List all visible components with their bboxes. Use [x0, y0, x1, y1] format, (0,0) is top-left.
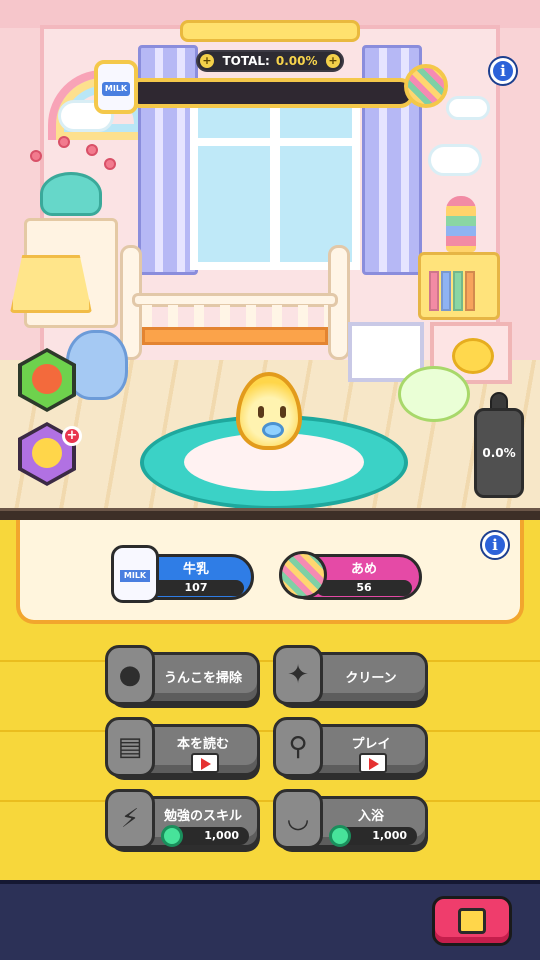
action-label: 本を読む — [176, 737, 229, 752]
bottle-value: 0.0% — [482, 446, 516, 460]
cloud-decoration — [446, 96, 490, 120]
milk-carton-icon: MILK — [94, 60, 138, 114]
plus-icon: + — [200, 54, 214, 68]
book — [453, 271, 463, 311]
beans-icon — [32, 364, 62, 394]
book — [441, 271, 451, 311]
study-icon: ⚡ — [105, 789, 155, 849]
cloud-decoration — [428, 144, 482, 176]
book — [429, 271, 439, 311]
candy-icon — [404, 64, 448, 108]
bookshelf — [418, 252, 500, 320]
flower-icon — [104, 158, 116, 170]
flower-icon — [58, 136, 70, 148]
total-progress-label: + TOTAL: 0.00% + — [196, 50, 344, 72]
book-icon: ▤ — [105, 717, 155, 777]
candy-label: あめ — [350, 562, 377, 577]
book — [465, 271, 475, 311]
milk-carton-icon — [111, 545, 159, 603]
growth-progress-bar — [125, 78, 415, 108]
clean-poop-button[interactable]: ● うんこを掃除 — [105, 645, 260, 705]
flower-vase — [40, 172, 102, 216]
read-book-button[interactable]: ▤ 本を読む — [105, 717, 260, 777]
pet-icon — [32, 438, 62, 468]
bathtub-icon: ◡ — [273, 789, 323, 849]
info-button[interactable]: i — [490, 58, 516, 84]
plus-icon: + — [326, 54, 340, 68]
brick-line — [0, 660, 540, 662]
game-screen: + TOTAL: 0.00% + MILK i + 0.0% i 牛乳 107 … — [0, 0, 540, 960]
pacifier-icon — [262, 422, 284, 438]
resource-info-button[interactable]: i — [482, 532, 508, 558]
candy-resource[interactable]: あめ 56 — [279, 551, 422, 600]
rattle-icon: ⚲ — [273, 717, 323, 777]
candy-count: 56 — [316, 580, 412, 596]
bath-button[interactable]: ◡ 入浴 1,000 — [273, 789, 428, 849]
resource-card — [16, 520, 524, 624]
duck-icon — [452, 338, 494, 374]
total-label: TOTAL: — [222, 54, 270, 68]
candy-icon — [279, 551, 327, 599]
crib — [120, 245, 350, 365]
add-badge-icon[interactable]: + — [62, 426, 82, 446]
soccer-ball — [398, 366, 470, 422]
curtain-rod — [180, 20, 360, 42]
lamp — [10, 255, 92, 313]
video-ad-icon — [359, 753, 387, 773]
play-button[interactable]: ⚲ プレイ — [273, 717, 428, 777]
bottle-body: 0.0% — [474, 408, 524, 498]
exit-door-icon — [458, 908, 486, 934]
flower-icon — [86, 144, 98, 156]
action-label: 入浴 — [357, 809, 384, 824]
pet-eye — [258, 406, 264, 418]
clean-button[interactable]: ✦ クリーン — [273, 645, 428, 705]
exit-button[interactable] — [432, 896, 512, 946]
crib-bars — [142, 305, 328, 329]
milk-bottle-gauge[interactable]: 0.0% — [474, 392, 524, 498]
study-skill-button[interactable]: ⚡ 勉強のスキル 1,000 — [105, 789, 260, 849]
milk-resource[interactable]: 牛乳 107 — [111, 545, 254, 603]
crib-mattress — [142, 327, 328, 345]
pet-eye — [280, 406, 286, 418]
action-label: 勉強のスキル — [163, 809, 242, 824]
poop-icon: ● — [105, 645, 155, 705]
flower-icon — [30, 150, 42, 162]
gem-icon — [329, 825, 351, 847]
action-label: うんこを掃除 — [163, 671, 242, 686]
video-ad-icon — [191, 753, 219, 773]
ring-stacker-toy — [446, 196, 476, 252]
action-label: クリーン — [345, 671, 397, 686]
window — [190, 90, 360, 270]
milk-count: 107 — [148, 580, 244, 596]
milk-label: 牛乳 — [182, 562, 209, 577]
gem-icon — [161, 825, 183, 847]
broom-icon: ✦ — [273, 645, 323, 705]
action-label: プレイ — [351, 737, 391, 752]
brick-line — [0, 730, 540, 732]
brick-line — [0, 800, 540, 802]
total-value: 0.00% — [275, 54, 318, 68]
milk-label: MILK — [102, 82, 130, 96]
